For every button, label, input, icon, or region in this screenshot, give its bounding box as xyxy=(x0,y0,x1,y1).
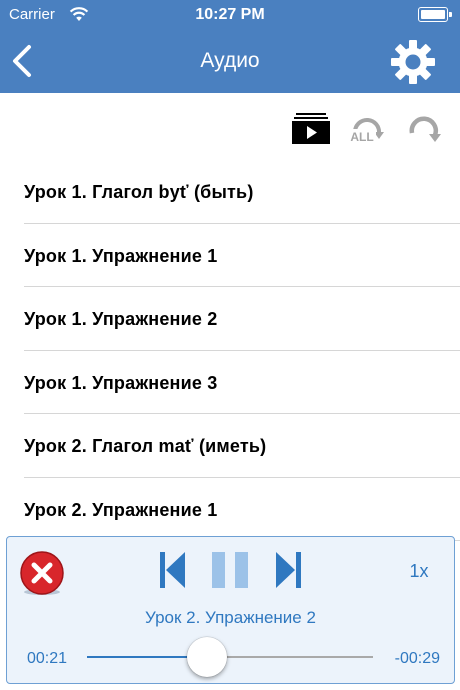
slider-thumb[interactable] xyxy=(187,637,228,677)
audio-list: Урок 1. Глагол byť (быть) Урок 1. Упражн… xyxy=(0,160,460,541)
gear-icon xyxy=(391,40,435,84)
close-icon xyxy=(20,551,64,595)
previous-track-button[interactable] xyxy=(160,551,186,589)
list-item[interactable]: Урок 1. Упражнение 1 xyxy=(24,224,460,287)
list-item-label: Урок 2. Глагол mať (иметь) xyxy=(24,436,267,456)
status-bar: Carrier 10:27 PM xyxy=(0,0,460,30)
audio-player: 1x Урок 2. Упражнение 2 00:21 -00:29 xyxy=(6,536,455,684)
list-item[interactable]: Урок 2. Глагол mať (иметь) xyxy=(24,414,460,478)
battery-full-icon xyxy=(418,7,452,22)
repeat-button[interactable] xyxy=(405,111,443,147)
video-play-button[interactable] xyxy=(292,111,330,147)
repeat-all-button[interactable]: ALL xyxy=(348,111,386,147)
list-item[interactable]: Урок 1. Глагол byť (быть) xyxy=(24,160,460,224)
status-time: 10:27 PM xyxy=(195,6,265,23)
list-item-label: Урок 1. Упражнение 2 xyxy=(24,309,218,329)
video-play-icon xyxy=(292,113,330,144)
close-button[interactable] xyxy=(19,551,65,597)
current-track-title: Урок 2. Упражнение 2 xyxy=(145,608,316,627)
list-item[interactable]: Урок 1. Упражнение 2 xyxy=(24,287,460,351)
list-item-label: Урок 2. Упражнение 1 xyxy=(24,499,218,520)
list-item-label: Урок 1. Глагол byť (быть) xyxy=(24,182,254,202)
pause-button[interactable] xyxy=(212,551,248,589)
next-track-button[interactable] xyxy=(275,551,301,589)
repeat-all-label: ALL xyxy=(350,130,373,144)
pause-icon xyxy=(212,552,248,588)
skip-previous-icon xyxy=(160,552,185,588)
repeat-icon xyxy=(409,116,441,142)
playback-speed-button[interactable]: 1x xyxy=(399,561,439,582)
list-item-label: Урок 1. Упражнение 3 xyxy=(24,372,218,393)
skip-next-icon xyxy=(276,552,301,588)
repeat-all-icon: ALL xyxy=(350,118,384,144)
list-item-label: Урок 1. Упражнение 1 xyxy=(24,245,218,266)
list-item[interactable]: Урок 1. Упражнение 3 xyxy=(24,351,460,414)
back-button[interactable] xyxy=(8,42,36,80)
progress-slider[interactable] xyxy=(87,637,373,677)
settings-button[interactable] xyxy=(390,39,436,85)
header: Carrier 10:27 PM Аудио xyxy=(0,0,460,93)
page-title: Аудио xyxy=(200,49,260,72)
elapsed-time: 00:21 xyxy=(27,650,68,667)
list-item[interactable]: Урок 2. Упражнение 1 xyxy=(24,478,460,541)
remaining-time: -00:29 xyxy=(394,650,440,667)
